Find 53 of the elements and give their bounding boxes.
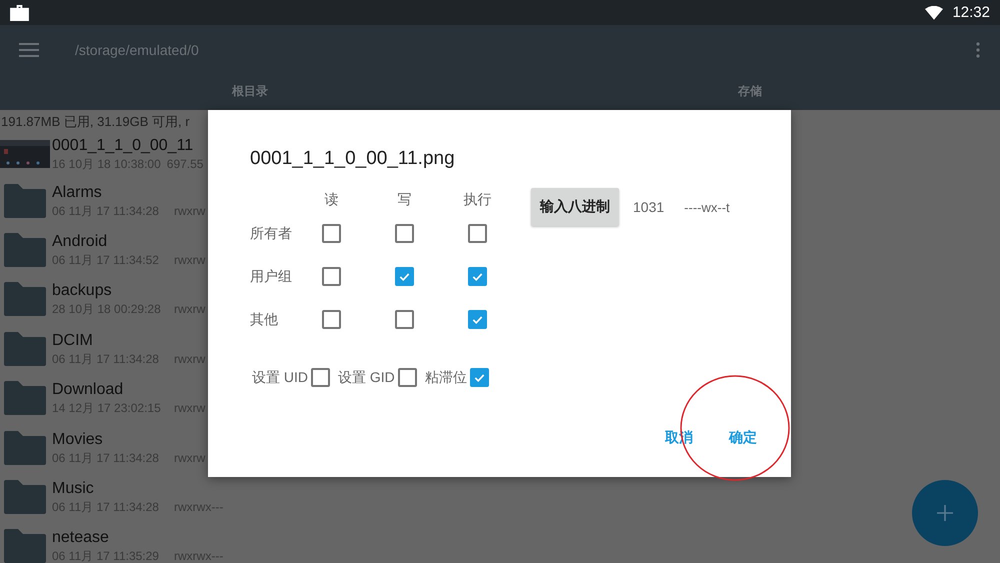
- wifi-icon: [925, 6, 944, 20]
- checkbox[interactable]: [395, 310, 414, 329]
- column-header: 读: [324, 191, 340, 209]
- folder-icon: [4, 430, 46, 465]
- checkbox[interactable]: [395, 267, 414, 286]
- checkbox[interactable]: [322, 310, 341, 329]
- file-name[interactable]: netease: [52, 528, 159, 548]
- option-label: 粘滞位: [424, 368, 467, 386]
- checkbox[interactable]: [398, 368, 417, 387]
- row-label: 用户组: [250, 268, 293, 286]
- tab[interactable]: 根目录: [230, 79, 270, 106]
- folder-icon: [4, 233, 46, 268]
- checkbox[interactable]: [468, 310, 487, 329]
- checkbox[interactable]: [322, 224, 341, 243]
- row-label: 所有者: [250, 224, 293, 242]
- file-name[interactable]: Download: [52, 380, 161, 400]
- checkbox[interactable]: [468, 267, 487, 286]
- file-name[interactable]: Music: [52, 479, 159, 500]
- option-label: 设置 UID: [252, 368, 308, 386]
- plus-icon: [937, 505, 953, 521]
- folder-icon: [4, 282, 46, 316]
- checkbox[interactable]: [322, 267, 341, 286]
- more-icon[interactable]: [976, 42, 980, 58]
- checkbox[interactable]: [395, 224, 414, 243]
- dialog-button[interactable]: 确定: [729, 425, 757, 451]
- file-name[interactable]: DCIM: [52, 330, 159, 351]
- checkbox[interactable]: [468, 224, 487, 243]
- storage-summary: 191.87MB 已用, 31.19GB 可用, r: [0, 113, 191, 131]
- folder-icon: [4, 332, 46, 366]
- file-name[interactable]: Movies: [52, 430, 159, 450]
- column-header: 写: [396, 191, 412, 209]
- path-title: /storage/emulated/0: [75, 42, 199, 58]
- file-name[interactable]: Alarms: [52, 182, 159, 203]
- octal-value: 1031: [633, 199, 664, 215]
- clock: 12:32: [952, 4, 990, 21]
- column-header: 执行: [462, 191, 492, 209]
- file-name[interactable]: Android: [52, 232, 159, 252]
- row-label: 其他: [250, 310, 279, 328]
- file-name[interactable]: 0001_1_1_0_00_11: [52, 136, 204, 156]
- checkbox[interactable]: [311, 368, 330, 387]
- octal-input-button[interactable]: 输入八进制: [531, 188, 619, 226]
- tab[interactable]: 存储: [736, 79, 764, 106]
- folder-icon: [4, 529, 46, 563]
- briefcase-icon: [10, 4, 29, 20]
- option-label: 设置 GID: [338, 368, 395, 386]
- file-name[interactable]: backups: [52, 281, 161, 302]
- folder-icon: [4, 381, 46, 416]
- menu-icon[interactable]: [19, 43, 39, 57]
- folder-icon: [4, 480, 46, 514]
- checkbox[interactable]: [470, 368, 489, 387]
- symbolic-permissions: ----wx--t: [684, 200, 730, 215]
- folder-icon: [4, 184, 46, 218]
- dialog-title: 0001_1_1_0_00_11.png: [250, 148, 456, 171]
